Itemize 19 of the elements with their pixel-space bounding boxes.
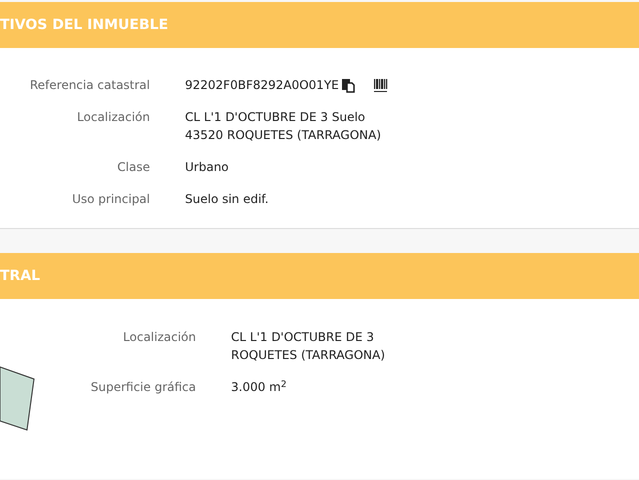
field-label: Uso principal	[71, 191, 150, 208]
field-label: Localización	[122, 329, 196, 346]
copy-icon[interactable]	[340, 78, 355, 92]
field-value: ROQUETES (TARRAGONA)	[231, 347, 386, 364]
field-value: CL L'1 D'OCTUBRE DE 3 Suelo	[185, 109, 366, 126]
barcode-icon[interactable]	[374, 78, 388, 92]
field-label: Referencia catastral	[28, 77, 150, 94]
parcel-shape	[0, 366, 36, 432]
field-value: 3.000 m$^{2}$	[231, 378, 287, 396]
section-title: TIVOS DEL INMUEBLE	[0, 16, 168, 34]
field-value: Suelo sin edif.	[185, 191, 269, 208]
field-label: Superficie gráfica	[90, 379, 196, 396]
field-label: Localización	[76, 109, 150, 126]
field-value: 43520 ROQUETES (TARRAGONA)	[185, 127, 382, 144]
field-value: CL L'1 D'OCTUBRE DE 3	[231, 329, 374, 346]
field-value: Urbano	[185, 159, 229, 176]
field-value: 92202F0BF8292A0O01YE	[185, 77, 339, 94]
field-label: Clase	[116, 159, 150, 176]
section-title: TRAL	[0, 266, 40, 286]
